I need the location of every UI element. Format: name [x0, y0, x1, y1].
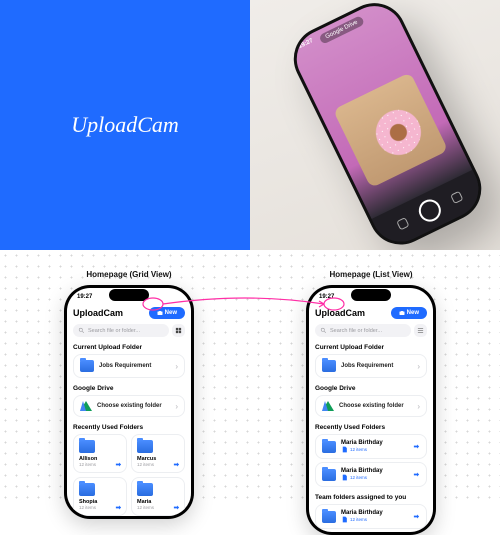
- gallery-icon[interactable]: [396, 217, 409, 230]
- app-screen-list: 19:27 UploadCam New Search file or folde…: [309, 288, 433, 532]
- new-button[interactable]: New: [391, 307, 427, 319]
- folder-meta: 12 items: [341, 474, 383, 481]
- search-row: Search file or folder...: [315, 324, 427, 337]
- section-current-title: Current Upload Folder: [315, 344, 427, 351]
- folder-icon: [80, 360, 94, 372]
- donut-subject: [368, 101, 430, 163]
- search-placeholder: Search file or folder...: [88, 328, 140, 334]
- section-drive-title: Google Drive: [315, 385, 427, 392]
- brand-logo-text: UploadCam: [71, 112, 179, 138]
- list-item[interactable]: Maria Birthday 12 items: [315, 504, 427, 529]
- search-input[interactable]: Search file or folder...: [315, 324, 411, 337]
- grid-icon: [175, 327, 182, 334]
- app-header: UploadCam New: [73, 307, 185, 319]
- list-item[interactable]: Maria Birthday 12 items: [315, 462, 427, 487]
- view-toggle-button[interactable]: [414, 324, 427, 337]
- folder-icon: [322, 469, 336, 481]
- camera-icon: [399, 310, 405, 316]
- app-title: UploadCam: [315, 308, 365, 318]
- share-icon[interactable]: [115, 461, 122, 468]
- doc-icon: [341, 516, 348, 523]
- chevron-right-icon: ›: [417, 362, 420, 371]
- list-icon: [417, 327, 424, 334]
- camera-icon: [157, 310, 163, 316]
- folder-icon: [137, 483, 153, 496]
- share-icon[interactable]: [173, 461, 180, 468]
- section-current-title: Current Upload Folder: [73, 344, 185, 351]
- app-screen-grid: 19:27 UploadCam New Search file or folde…: [67, 288, 191, 516]
- folder-meta: 12 items: [341, 446, 383, 453]
- share-icon[interactable]: [413, 513, 420, 520]
- app-title: UploadCam: [73, 308, 123, 318]
- folder-icon: [79, 483, 95, 496]
- hero-status-time: 19:27: [298, 37, 314, 49]
- share-icon[interactable]: [413, 443, 420, 450]
- folder-card[interactable]: Maria 12 items: [131, 477, 185, 516]
- list-item[interactable]: Maria Birthday 12 items: [315, 434, 427, 459]
- drive-action-label: Choose existing folder: [339, 403, 404, 409]
- hero-panel: 19:27 Google Drive: [250, 0, 500, 250]
- share-icon[interactable]: [413, 471, 420, 478]
- folder-icon: [79, 440, 95, 453]
- column-title: Homepage (List View): [330, 270, 413, 279]
- chevron-right-icon: ›: [175, 402, 178, 411]
- new-button-label: New: [165, 310, 177, 316]
- switch-camera-icon[interactable]: [450, 190, 463, 203]
- view-toggle-button[interactable]: [172, 324, 185, 337]
- hero-camera-screen: 19:27 Google Drive: [287, 0, 488, 250]
- share-icon[interactable]: [115, 504, 122, 511]
- folder-card[interactable]: Allison 12 items: [73, 434, 127, 473]
- folder-icon: [322, 511, 336, 523]
- new-button-label: New: [407, 310, 419, 316]
- chevron-right-icon: ›: [417, 402, 420, 411]
- current-folder-name: Jobs Requirement: [99, 363, 151, 369]
- chevron-right-icon: ›: [175, 362, 178, 371]
- google-drive-icon: [322, 401, 334, 411]
- current-folder-card[interactable]: Jobs Requirement ›: [315, 354, 427, 378]
- search-input[interactable]: Search file or folder...: [73, 324, 169, 337]
- cutting-board: [333, 72, 448, 188]
- google-drive-icon: [80, 401, 92, 411]
- app-header: UploadCam New: [315, 307, 427, 319]
- phone-frame-list: 19:27 UploadCam New Search file or folde…: [306, 285, 436, 535]
- column-list-view: Homepage (List View) 19:27 UploadCam New…: [260, 270, 483, 500]
- section-drive-title: Google Drive: [73, 385, 185, 392]
- drive-action-label: Choose existing folder: [97, 403, 162, 409]
- current-folder-name: Jobs Requirement: [341, 363, 393, 369]
- camera-toolbar: [372, 169, 488, 250]
- folder-card[interactable]: Shopia 12 items: [73, 477, 127, 516]
- search-row: Search file or folder...: [73, 324, 185, 337]
- hero-phone-mockup: 19:27 Google Drive: [283, 0, 492, 250]
- dynamic-island: [351, 289, 391, 301]
- drive-card[interactable]: Choose existing folder ›: [315, 395, 427, 417]
- section-recent-title: Recently Used Folders: [73, 424, 185, 431]
- brand-panel: UploadCam: [0, 0, 250, 250]
- folder-icon: [322, 441, 336, 453]
- section-recent-title: Recently Used Folders: [315, 424, 427, 431]
- column-title: Homepage (Grid View): [86, 270, 171, 279]
- phone-frame-grid: 19:27 UploadCam New Search file or folde…: [64, 285, 194, 519]
- folder-meta: 12 items: [341, 516, 383, 523]
- hero-drive-pill: Google Drive: [318, 15, 365, 45]
- folder-icon: [322, 360, 336, 372]
- recent-folders-grid: Allison 12 items Marcus 12 items Shopia …: [73, 434, 185, 516]
- current-folder-card[interactable]: Jobs Requirement ›: [73, 354, 185, 378]
- column-grid-view: Homepage (Grid View) 19:27 UploadCam New…: [18, 270, 241, 500]
- search-icon: [320, 327, 327, 334]
- doc-icon: [341, 446, 348, 453]
- share-icon[interactable]: [173, 504, 180, 511]
- search-placeholder: Search file or folder...: [330, 328, 382, 334]
- shutter-button[interactable]: [415, 195, 444, 224]
- doc-icon: [341, 474, 348, 481]
- new-button[interactable]: New: [149, 307, 185, 319]
- folder-card[interactable]: Marcus 12 items: [131, 434, 185, 473]
- drive-card[interactable]: Choose existing folder ›: [73, 395, 185, 417]
- dynamic-island: [109, 289, 149, 301]
- top-section: UploadCam 19:27 Google Drive: [0, 0, 500, 250]
- folder-icon: [137, 440, 153, 453]
- screens-panel: Homepage (Grid View) 19:27 UploadCam New…: [0, 250, 500, 500]
- search-icon: [78, 327, 85, 334]
